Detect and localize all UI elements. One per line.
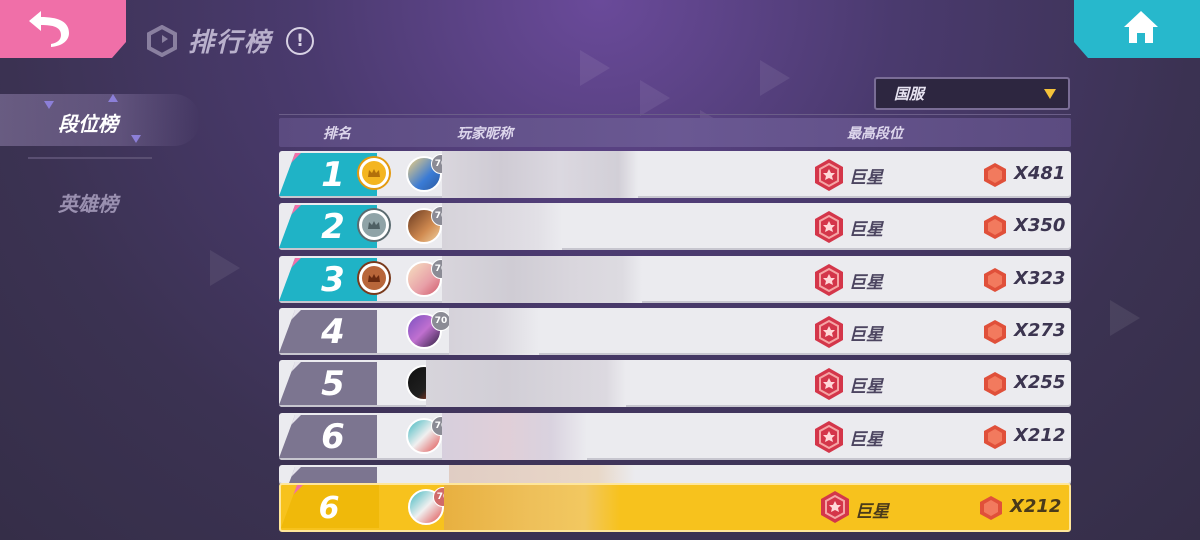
tier-star-icon <box>815 211 843 243</box>
server-select[interactable]: 国服 <box>874 77 1070 110</box>
tier-name: 巨星 <box>849 273 883 293</box>
tier-star-icon <box>815 316 843 348</box>
server-select-value: 国服 <box>894 85 925 103</box>
tier-name: 巨星 <box>855 502 889 522</box>
star-count: X323 <box>1014 268 1066 289</box>
gem-icon <box>984 372 1006 396</box>
corner-decor <box>279 415 301 437</box>
background-decor <box>640 80 670 116</box>
self-rank-row[interactable]: 6 70 巨星 X212 <box>279 483 1071 532</box>
table-row[interactable]: 6 70 巨星 X212 <box>279 413 1071 460</box>
nickname-blurred <box>442 203 562 250</box>
column-highest-tier: 最高段位 <box>847 126 903 142</box>
rank-number: 4 <box>321 312 345 352</box>
decor-triangle <box>44 101 54 109</box>
star-count: X212 <box>1010 496 1062 517</box>
decor-triangle <box>131 135 141 143</box>
sidebar-divider <box>28 157 152 159</box>
background-decor <box>210 250 240 286</box>
gem-icon <box>984 215 1006 239</box>
nickname-blurred <box>442 413 587 460</box>
rank-plate: 6 <box>281 485 379 528</box>
home-icon <box>1124 11 1158 43</box>
caret-down-icon <box>1044 88 1056 99</box>
sidebar-item-rank[interactable]: 段位榜 <box>58 108 118 137</box>
table-row[interactable]: 1 70 巨星 X481 <box>279 151 1071 198</box>
rank-number: 6 <box>318 491 340 526</box>
rank-plate: 4 <box>279 310 377 353</box>
bronze-medal-icon <box>359 263 389 293</box>
rank-number: 5 <box>321 364 345 404</box>
nickname-blurred <box>449 308 539 355</box>
corner-decor <box>279 362 301 384</box>
tier-star-icon <box>815 264 843 296</box>
silver-medal-icon <box>359 210 389 240</box>
tier-star-icon <box>815 421 843 453</box>
background-decor <box>760 60 790 96</box>
nickname-blurred <box>442 256 642 303</box>
tier-star-icon <box>821 491 849 523</box>
rank-number: 2 <box>321 207 345 247</box>
nickname-blurred <box>442 151 638 198</box>
star-count: X273 <box>1014 320 1066 341</box>
gem-icon <box>984 425 1006 449</box>
gem-icon <box>984 163 1006 187</box>
star-count: X255 <box>1014 372 1066 393</box>
table-row[interactable]: 4 70 巨星 X273 <box>279 308 1071 355</box>
star-count: X350 <box>1014 215 1066 236</box>
tier-name: 巨星 <box>849 430 883 450</box>
divider <box>279 114 1071 115</box>
back-arrow-icon <box>29 11 69 47</box>
decor-triangle <box>108 94 118 102</box>
nickname-blurred <box>444 485 620 530</box>
info-icon[interactable]: ! <box>286 26 315 55</box>
column-rank: 排名 <box>323 126 351 142</box>
tier-star-icon <box>815 368 843 400</box>
page-title: 排行榜 <box>188 28 273 58</box>
nickname-blurred <box>449 465 635 485</box>
gold-medal-icon <box>359 158 389 188</box>
table-row-partial[interactable] <box>279 465 1071 485</box>
rank-plate: 5 <box>279 362 377 405</box>
rank-number: 3 <box>321 260 345 300</box>
table-row[interactable]: 5 巨星 X255 <box>279 360 1071 407</box>
table-header: 排名 玩家昵称 最高段位 <box>279 118 1071 147</box>
gem-icon <box>984 268 1006 292</box>
back-button[interactable] <box>0 0 126 58</box>
corner-decor <box>279 205 301 227</box>
column-nickname: 玩家昵称 <box>457 126 513 142</box>
nickname-blurred <box>426 360 626 407</box>
tier-name: 巨星 <box>849 220 883 240</box>
tier-name: 巨星 <box>849 325 883 345</box>
corner-decor <box>279 310 301 332</box>
corner-decor <box>279 258 301 280</box>
star-count: X481 <box>1014 163 1066 184</box>
tier-name: 巨星 <box>849 168 883 188</box>
corner-decor <box>279 153 301 175</box>
background-decor <box>580 50 610 86</box>
tier-name: 巨星 <box>849 377 883 397</box>
gem-icon <box>984 320 1006 344</box>
rank-number: 6 <box>321 417 345 457</box>
rank-plate: 6 <box>279 415 377 458</box>
gem-icon <box>980 496 1002 520</box>
leaderboard-logo-icon <box>147 24 177 57</box>
background-decor <box>1110 300 1140 336</box>
page-title-group: 排行榜 ! <box>146 22 315 59</box>
table-row[interactable]: 3 70 巨星 X323 <box>279 256 1071 303</box>
table-row[interactable]: 2 70 巨星 X350 <box>279 203 1071 250</box>
home-button[interactable] <box>1074 0 1200 58</box>
rank-number: 1 <box>321 155 345 195</box>
level-badge: 70 <box>431 311 451 331</box>
tier-star-icon <box>815 159 843 191</box>
sidebar-item-heroes[interactable]: 英雄榜 <box>58 188 118 217</box>
star-count: X212 <box>1014 425 1066 446</box>
